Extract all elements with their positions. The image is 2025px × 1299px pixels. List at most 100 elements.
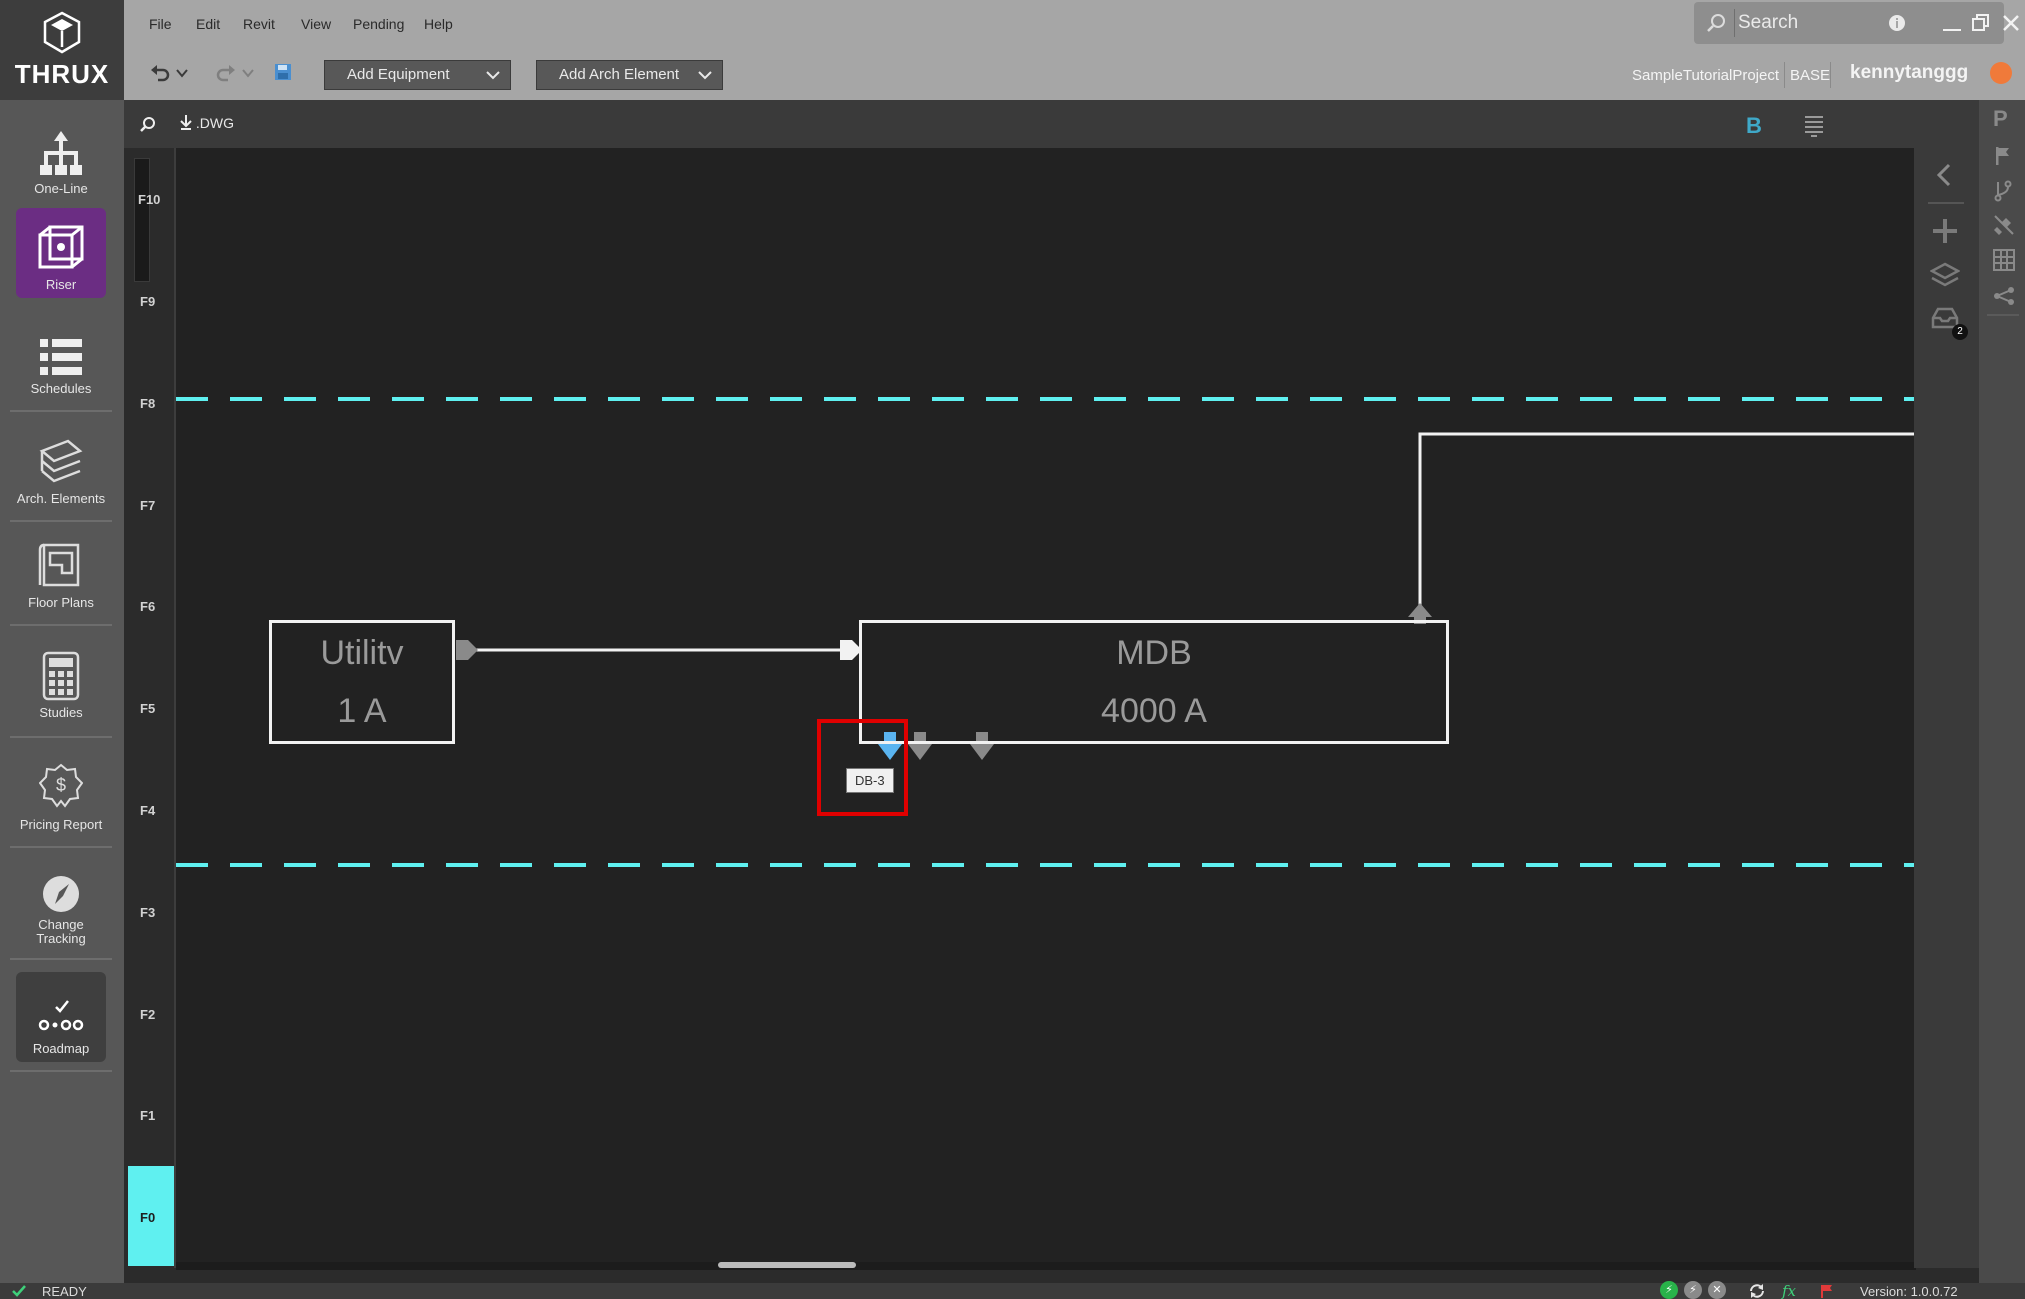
floor-label-f1[interactable]: F1 [140,1108,155,1123]
add-plus-icon[interactable] [1932,218,1958,244]
zoom-search-icon[interactable] [140,116,156,132]
flag-icon[interactable] [1994,146,2012,166]
far-right-toolbar: P [1979,100,2025,1283]
panel-divider [1987,314,2019,316]
version-text: Version: 1.0.0.72 [1860,1284,1958,1299]
minimize-icon[interactable] [1942,20,1962,32]
red-flag-icon[interactable] [1820,1284,1834,1298]
sidebar-item-schedules[interactable]: Schedules [16,312,106,402]
sidebar-item-change-tracking[interactable]: Change Tracking [16,856,106,952]
branch-icon[interactable] [1994,180,2012,202]
floor-label-f5[interactable]: F5 [140,701,155,716]
sidebar-item-label: Floor Plans [28,595,94,610]
pricing-badge-icon: $ [39,763,83,808]
horizontal-scroll-thumb[interactable] [718,1262,856,1268]
sidebar-divider [10,410,112,412]
menu-edit[interactable]: Edit [196,16,220,32]
menu-pending[interactable]: Pending [353,16,404,32]
logo: THRUX [0,0,124,100]
text-align-icon[interactable] [1804,114,1824,138]
horizontal-scrollbar[interactable] [176,1262,1916,1270]
username[interactable]: kennytanggg [1850,62,1968,84]
download-icon [180,115,192,130]
sync-icon[interactable] [1748,1283,1766,1299]
restore-icon[interactable] [1972,14,1990,32]
project-name[interactable]: SampleTutorialProject [1632,67,1779,84]
sidebar-item-floor-plans[interactable]: Floor Plans [16,526,106,616]
close-icon[interactable] [2002,14,2020,32]
sidebar-item-one-line[interactable]: One-Line [16,112,106,202]
floor-label-f3[interactable]: F3 [140,905,155,920]
disconnect-plug-icon[interactable] [1993,214,2015,236]
floor-label-f7[interactable]: F7 [140,498,155,513]
svg-text:$: $ [56,775,66,795]
sidebar-divider [10,736,112,738]
feeder-line-up [1418,432,1914,614]
sidebar: THRUX One-Line Riser Schedules Arch. Ele… [0,0,124,1283]
redo-icon[interactable] [216,64,236,82]
canvas-header: .DWG B [124,100,1979,148]
menu-help[interactable]: Help [424,16,453,32]
logo-text: THRUX [14,58,110,89]
add-equipment-dropdown[interactable]: Add Equipment [324,60,511,90]
utility-node[interactable]: Utilitv 1 A [269,620,455,744]
menu-file[interactable]: File [149,16,172,32]
sidebar-item-studies[interactable]: Studies [16,636,106,726]
arch-layers-icon [39,439,83,483]
floor-label-f2[interactable]: F2 [140,1007,155,1022]
mdb-node-rating: 4000 A [1101,692,1207,730]
floor-label-f8[interactable]: F8 [140,396,155,411]
statusbar: READY ⚡ ⚡ ✕ fx Version: 1.0.0.72 [0,1281,2025,1299]
export-dwg-button[interactable]: .DWG [180,114,234,131]
floor-label-f6[interactable]: F6 [140,599,155,614]
properties-p-button[interactable]: P [1993,106,2008,132]
bold-b-icon[interactable]: B [1744,114,1764,136]
sidebar-item-label: Schedules [30,381,92,396]
grid-icon[interactable] [1992,248,2016,272]
share-nodes-icon[interactable] [1993,286,2015,306]
svg-text:B: B [1746,114,1762,136]
sidebar-item-riser[interactable]: Riser [16,208,106,298]
right-tool-panel: 2 [1914,148,1979,1268]
power-status-icon[interactable]: ⚡ [1684,1281,1702,1299]
avatar[interactable] [1990,62,2012,84]
undo-dropdown-icon[interactable] [176,68,188,78]
port-tooltip: DB-3 [846,768,894,793]
sidebar-item-label: Pricing Report [19,817,103,832]
collapse-chevron-left-icon[interactable] [1934,162,1954,188]
sidebar-item-pricing-report[interactable]: $ Pricing Report [16,748,106,838]
sidebar-divider [10,624,112,626]
power-connected-icon[interactable]: ⚡ [1660,1281,1678,1299]
add-arch-element-label: Add Arch Element [559,66,680,83]
menu-revit[interactable]: Revit [243,16,275,32]
info-icon[interactable] [1888,14,1906,32]
toolbar-divider [1784,62,1785,88]
sidebar-item-label: One-Line [34,181,88,196]
disconnected-icon[interactable]: ✕ [1708,1281,1726,1299]
formula-fx-icon[interactable]: fx [1782,1282,1796,1299]
sidebar-item-arch-elements[interactable]: Arch. Elements [16,422,106,512]
undo-icon[interactable] [150,64,170,82]
floor-label-f9[interactable]: F9 [140,294,155,309]
mdb-node-name: MDB [1116,634,1192,672]
add-equipment-label: Add Equipment [347,66,450,83]
mdb-node[interactable]: MDB 4000 A [859,620,1449,744]
sidebar-item-roadmap[interactable]: Roadmap [16,972,106,1062]
menu-view[interactable]: View [301,16,331,32]
sidebar-divider [10,958,112,960]
floor-label-f4[interactable]: F4 [140,803,155,818]
floor-scrollbar[interactable] [134,158,150,282]
riser-diagram[interactable]: Utilitv 1 A MDB 4000 A DB-3 [176,148,1914,1266]
compass-icon [43,876,79,912]
branch-name[interactable]: BASE [1790,67,1830,84]
search-icon[interactable] [1706,13,1726,33]
sidebar-item-label: Riser [45,277,77,292]
floor-label-f0[interactable]: F0 [140,1210,155,1225]
layers-icon[interactable] [1930,262,1960,288]
floor-label-f10[interactable]: F10 [138,192,160,207]
add-arch-element-dropdown[interactable]: Add Arch Element [536,60,723,90]
save-icon[interactable] [274,63,292,81]
riser-cube-icon [38,225,84,269]
redo-dropdown-icon[interactable] [242,68,254,78]
menubar: File Edit Revit View Pending Help [124,0,2025,49]
